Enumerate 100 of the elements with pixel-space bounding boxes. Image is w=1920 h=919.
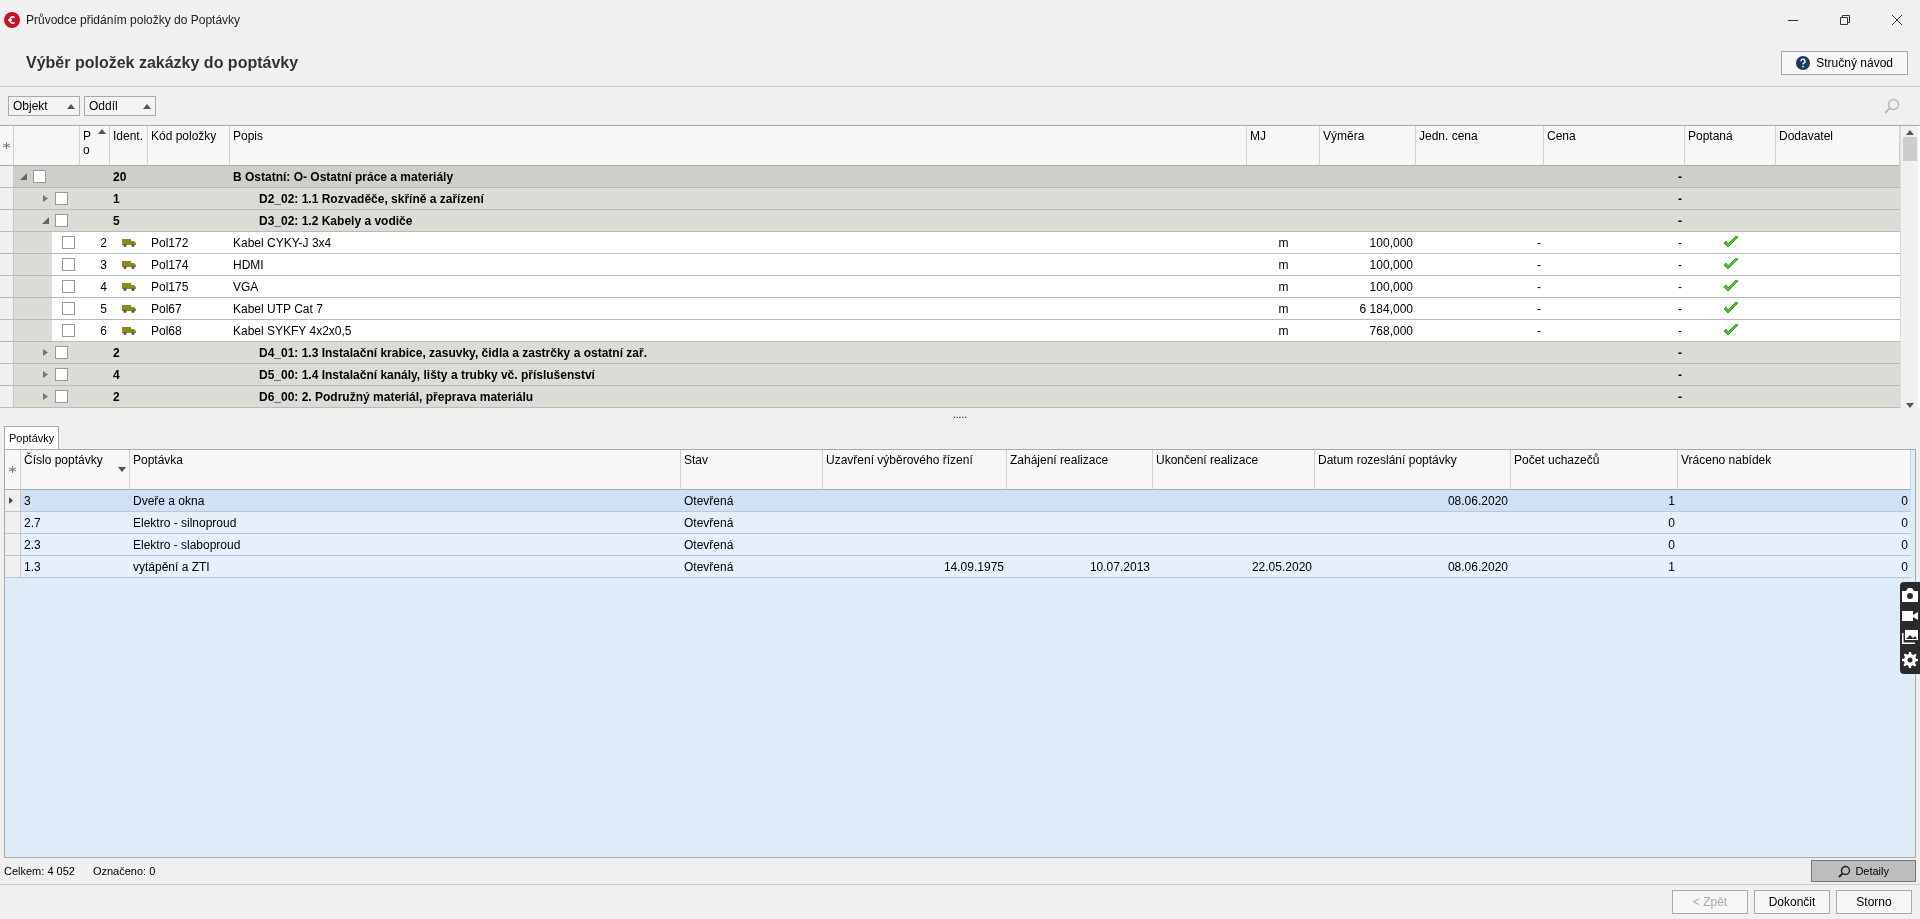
restore-icon[interactable]: [1840, 15, 1850, 25]
row-header-cell: [0, 298, 14, 320]
table-cell: Otevřená: [681, 512, 823, 534]
table-cell: 1.3: [21, 556, 130, 578]
row-header-cell: [0, 232, 14, 254]
expand-toggle-icon[interactable]: [42, 217, 49, 224]
table-cell: 0: [1678, 512, 1911, 534]
table-cell: Elektro - slaboproud: [130, 534, 681, 556]
column-header[interactable]: Vráceno nabídek: [1678, 450, 1911, 490]
expand-toggle-icon[interactable]: [42, 371, 49, 378]
search-icon[interactable]: [1884, 98, 1900, 114]
row-checkbox[interactable]: [55, 346, 68, 359]
column-header[interactable]: Počet uchazečů: [1511, 450, 1678, 490]
column-header[interactable]: Dodavatel: [1776, 126, 1900, 166]
column-header[interactable]: Jedn. cena: [1416, 126, 1544, 166]
asterisk-icon: [3, 142, 10, 149]
tab[interactable]: Poptávky: [4, 426, 60, 449]
help-button[interactable]: Stručný návod: [1781, 51, 1908, 75]
column-header[interactable]: Cena: [1544, 126, 1685, 166]
page-heading: Výběr položek zakázky do poptávky: [26, 54, 299, 72]
filter-button[interactable]: Oddíl: [84, 96, 156, 116]
footer-button[interactable]: Storno: [1836, 890, 1912, 914]
column-header[interactable]: Poptaná: [1685, 126, 1776, 166]
table-cell: -: [1544, 386, 1685, 408]
row-header-cell: [0, 364, 14, 386]
row-checkbox[interactable]: [62, 302, 75, 315]
table-cell: 0: [1511, 534, 1678, 556]
details-button[interactable]: Detaily: [1811, 860, 1916, 882]
row-checkbox[interactable]: [55, 390, 68, 403]
scroll-down-icon: [1905, 403, 1914, 408]
row-header-cell: [0, 188, 14, 210]
table-cell: 2.3: [21, 534, 130, 556]
column-header[interactable]: Datum rozeslání poptávky: [1315, 450, 1511, 490]
row-checkbox[interactable]: [55, 214, 68, 227]
table-cell: 0: [1511, 512, 1678, 534]
table-cell: 08.06.2020: [1315, 556, 1511, 578]
scrollbar[interactable]: [1900, 126, 1918, 408]
column-header[interactable]: Zahájení realizace: [1007, 450, 1153, 490]
expand-toggle-icon[interactable]: [42, 195, 49, 202]
row-header-cell: [0, 210, 14, 232]
caret-icon: [143, 103, 151, 109]
table-cell: 1: [110, 188, 148, 210]
row-header-cell[interactable]: [5, 556, 21, 578]
camera-icon[interactable]: [1902, 588, 1918, 602]
column-header[interactable]: Uzavření výběrového řízení: [823, 450, 1007, 490]
table-cell: D4_01: 1.3 Instalační krabice, zasuvky, čidla a zastrčky a ostatní zař.: [230, 342, 1247, 364]
window-title: Průvodce přidáním položky do Poptávky: [26, 13, 242, 27]
row-checkbox[interactable]: [62, 236, 75, 249]
truck-icon: [122, 260, 136, 269]
column-header[interactable]: Ident.: [110, 126, 148, 166]
column-header[interactable]: Stav: [681, 450, 823, 490]
truck-icon: [122, 238, 136, 247]
truck-icon: [122, 282, 136, 291]
column-header[interactable]: Výměra: [1320, 126, 1416, 166]
column-title: Číslo poptávky: [24, 453, 103, 467]
column-header[interactable]: Ukončení realizace: [1153, 450, 1315, 490]
table-cell: D3_02: 1.2 Kabely a vodiče: [230, 210, 1247, 232]
help-icon: [1796, 56, 1811, 70]
video-camera-icon[interactable]: [1902, 610, 1918, 622]
table-cell: B Ostatní: O- Ostatní práce a materiály: [230, 166, 1247, 188]
row-checkbox[interactable]: [62, 280, 75, 293]
expand-toggle-icon[interactable]: [42, 349, 49, 356]
table-cell: 0: [1678, 490, 1911, 512]
column-header[interactable]: Popis: [230, 126, 1247, 166]
table-cell: Otevřená: [681, 534, 823, 556]
row-header-cell[interactable]: [5, 512, 21, 534]
row-checkbox[interactable]: [62, 324, 75, 337]
row-checkbox[interactable]: [55, 368, 68, 381]
table-cell: 10.07.2013: [1007, 556, 1153, 578]
table-cell: 0: [1678, 534, 1911, 556]
column-header[interactable]: P o: [80, 126, 110, 166]
row-checkbox[interactable]: [33, 170, 46, 183]
table-cell: D2_02: 1.1 Rozvaděče, skříně a zařízení: [230, 188, 1247, 210]
expand-toggle-icon[interactable]: [20, 173, 27, 180]
splitter-handle[interactable]: .....: [953, 412, 967, 418]
table-cell: 4: [110, 364, 148, 386]
column-header[interactable]: Číslo poptávky: [21, 450, 130, 490]
expand-toggle-icon[interactable]: [42, 393, 49, 400]
scrollbar-thumb[interactable]: [1902, 137, 1917, 161]
row-checkbox[interactable]: [62, 258, 75, 271]
table-cell: -: [1544, 210, 1685, 232]
table-cell: -: [1544, 166, 1685, 188]
asterisk-icon: [9, 466, 16, 473]
close-icon[interactable]: [1892, 15, 1902, 25]
minimize-icon[interactable]: [1788, 19, 1798, 21]
column-header[interactable]: Kód položky: [148, 126, 230, 166]
total-count: Celkem: 4 052: [4, 865, 75, 877]
table-cell: Elektro - silnoproud: [130, 512, 681, 534]
column-header[interactable]: Poptávka: [130, 450, 681, 490]
row-header-cell[interactable]: [5, 490, 21, 512]
table-cell: 0: [1678, 556, 1911, 578]
settings-icon[interactable]: [1902, 652, 1918, 668]
filter-button[interactable]: Objekt: [8, 96, 80, 116]
column-header[interactable]: MJ: [1247, 126, 1320, 166]
row-header-cell[interactable]: [5, 534, 21, 556]
row-checkbox[interactable]: [55, 192, 68, 205]
footer-button[interactable]: Dokončit: [1754, 890, 1830, 914]
images-icon[interactable]: [1902, 630, 1918, 644]
table-cell: 08.06.2020: [1315, 490, 1511, 512]
table-cell: 2.7: [21, 512, 130, 534]
